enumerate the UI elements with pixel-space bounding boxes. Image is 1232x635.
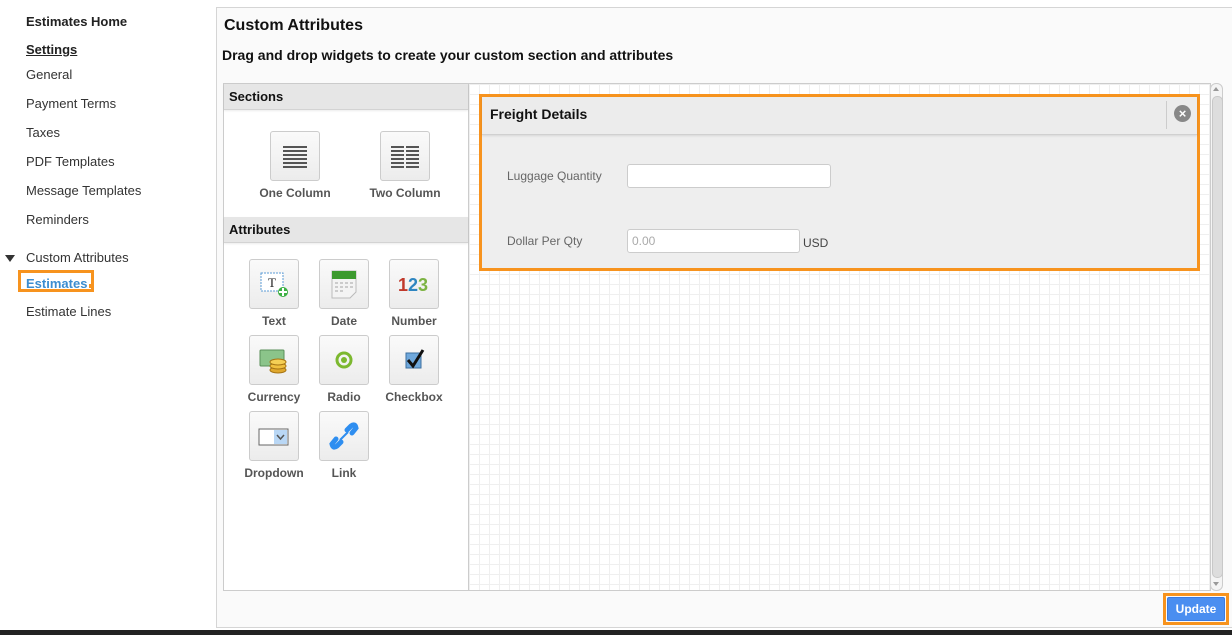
widget-palette: Sections One Column Two Column Attribute… [223, 83, 469, 591]
sidebar-group-custom-attributes[interactable]: Custom Attributes [26, 250, 129, 265]
widget-label: Radio [327, 390, 361, 404]
widget-label: Date [330, 314, 357, 328]
sidebar-item-estimates[interactable]: Estimates [18, 270, 94, 292]
widget-label: One Column [259, 186, 331, 200]
sections-header: Sections [224, 84, 468, 110]
sidebar-item-taxes[interactable]: Taxes [26, 125, 60, 140]
widget-label: Checkbox [385, 390, 443, 404]
text-icon: T [249, 259, 299, 309]
widget-label: Link [331, 466, 357, 480]
luggage-quantity-label: Luggage Quantity [507, 169, 602, 183]
caret-down-icon[interactable] [5, 255, 15, 262]
radio-icon [319, 335, 369, 385]
one-column-icon [270, 131, 320, 181]
custom-section-freight-details[interactable]: Freight Details × Luggage Quantity Dolla… [479, 94, 1200, 271]
widget-number[interactable]: 123 Number [374, 259, 454, 328]
divider [1166, 101, 1167, 129]
update-button-highlight: Update [1163, 593, 1229, 625]
widget-one-column[interactable]: One Column [255, 131, 335, 200]
widget-label: Number [391, 314, 437, 328]
svg-text:2: 2 [408, 275, 418, 295]
sidebar-item-estimate-lines[interactable]: Estimate Lines [26, 304, 111, 319]
two-column-icon [380, 131, 430, 181]
dollar-per-qty-input[interactable] [627, 229, 800, 253]
number-icon: 123 [389, 259, 439, 309]
widget-label: Text [262, 314, 286, 328]
attributes-header: Attributes [224, 217, 468, 243]
widget-currency[interactable]: Currency [234, 335, 314, 404]
canvas-scrollbar[interactable] [1210, 83, 1223, 591]
checkbox-icon [389, 335, 439, 385]
page-title: Custom Attributes [224, 17, 363, 34]
sidebar-settings-heading[interactable]: Settings [26, 42, 77, 57]
sidebar-item-message-templates[interactable]: Message Templates [26, 183, 141, 198]
svg-text:1: 1 [398, 275, 408, 295]
scroll-up-arrow-icon[interactable] [1213, 87, 1219, 91]
dollar-per-qty-label: Dollar Per Qty [507, 234, 583, 248]
widget-label: Two Column [369, 186, 441, 200]
widget-text[interactable]: T Text [234, 259, 314, 328]
sidebar-item-pdf-templates[interactable]: PDF Templates [26, 154, 115, 169]
svg-text:T: T [268, 275, 276, 290]
widget-label: Currency [247, 390, 301, 404]
scrollbar-thumb[interactable] [1212, 96, 1223, 578]
link-icon [319, 411, 369, 461]
highlight-marker [89, 284, 94, 288]
currency-suffix: USD [803, 236, 829, 250]
page-subtitle: Drag and drop widgets to create your cus… [222, 47, 674, 63]
main-content: Custom Attributes Drag and drop widgets … [216, 7, 1232, 628]
svg-text:3: 3 [418, 275, 428, 295]
section-header[interactable]: Freight Details × [482, 97, 1197, 135]
widget-two-column[interactable]: Two Column [365, 131, 445, 200]
currency-icon [249, 335, 299, 385]
scroll-down-arrow-icon[interactable] [1213, 582, 1219, 586]
dropdown-icon [249, 411, 299, 461]
sidebar-item-payment-terms[interactable]: Payment Terms [26, 96, 116, 111]
calendar-icon [319, 259, 369, 309]
section-title: Freight Details [490, 106, 588, 122]
widget-link[interactable]: Link [304, 411, 384, 480]
widget-date[interactable]: Date [304, 259, 384, 328]
close-icon[interactable]: × [1174, 105, 1191, 122]
sidebar-item-general[interactable]: General [26, 67, 72, 82]
sidebar-item-reminders[interactable]: Reminders [26, 212, 89, 227]
widget-dropdown[interactable]: Dropdown [234, 411, 314, 480]
update-button[interactable]: Update [1167, 597, 1225, 621]
widget-label: Dropdown [244, 466, 304, 480]
luggage-quantity-input[interactable] [627, 164, 831, 188]
sidebar-estimates-home[interactable]: Estimates Home [26, 14, 127, 29]
sidebar-item-estimates-label: Estimates [26, 276, 88, 291]
widget-radio[interactable]: Radio [304, 335, 384, 404]
sidebar: Estimates Home Settings General Payment … [0, 0, 215, 630]
bottom-bar [0, 630, 1232, 635]
widget-checkbox[interactable]: Checkbox [374, 335, 454, 404]
